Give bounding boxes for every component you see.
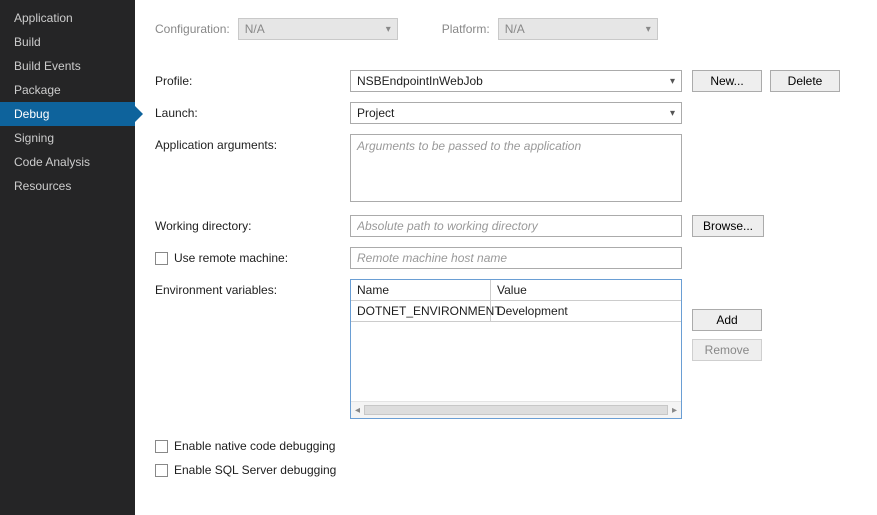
new-button[interactable]: New...: [692, 70, 762, 92]
browse-button[interactable]: Browse...: [692, 215, 764, 237]
remote-host-input: [350, 247, 682, 269]
env-header-name: Name: [351, 280, 491, 300]
env-header-value: Value: [491, 280, 681, 300]
sidebar-item-build-events[interactable]: Build Events: [0, 54, 135, 78]
launch-value: Project: [357, 106, 394, 120]
env-row-value[interactable]: Development: [491, 301, 681, 321]
args-label: Application arguments:: [155, 134, 350, 152]
chevron-down-icon: ▾: [670, 76, 675, 87]
env-table[interactable]: Name Value DOTNET_ENVIRONMENT Developmen…: [350, 279, 682, 419]
add-button[interactable]: Add: [692, 309, 762, 331]
table-row[interactable]: DOTNET_ENVIRONMENT Development: [351, 301, 681, 322]
configuration-value: N/A: [245, 22, 265, 36]
chevron-down-icon: ▾: [646, 24, 651, 35]
remove-button[interactable]: Remove: [692, 339, 762, 361]
platform-label: Platform:: [442, 22, 490, 36]
sidebar-item-debug[interactable]: Debug: [0, 102, 135, 126]
remote-machine-label: Use remote machine:: [174, 251, 288, 265]
scroll-thumb[interactable]: [364, 405, 668, 415]
chevron-down-icon: ▾: [670, 108, 675, 119]
horizontal-scrollbar[interactable]: ◂ ▸: [351, 401, 681, 418]
launch-label: Launch:: [155, 102, 350, 120]
configuration-label: Configuration:: [155, 22, 230, 36]
sidebar-item-resources[interactable]: Resources: [0, 174, 135, 198]
profile-select[interactable]: NSBEndpointInWebJob ▾: [350, 70, 682, 92]
env-body: DOTNET_ENVIRONMENT Development: [351, 301, 681, 401]
native-debug-label: Enable native code debugging: [174, 439, 335, 453]
sql-debug-checkbox[interactable]: Enable SQL Server debugging: [155, 463, 867, 477]
workdir-label: Working directory:: [155, 215, 350, 233]
workdir-input[interactable]: [350, 215, 682, 237]
configuration-select: N/A ▾: [238, 18, 398, 40]
native-debug-checkbox[interactable]: Enable native code debugging: [155, 439, 867, 453]
env-row-name[interactable]: DOTNET_ENVIRONMENT: [351, 301, 491, 321]
scroll-right-icon[interactable]: ▸: [672, 405, 677, 416]
platform-select: N/A ▾: [498, 18, 658, 40]
sidebar-item-package[interactable]: Package: [0, 78, 135, 102]
scroll-left-icon[interactable]: ◂: [355, 405, 360, 416]
profile-label: Profile:: [155, 70, 350, 88]
checkbox-icon: [155, 252, 168, 265]
sidebar-item-code-analysis[interactable]: Code Analysis: [0, 150, 135, 174]
sql-debug-label: Enable SQL Server debugging: [174, 463, 336, 477]
profile-value: NSBEndpointInWebJob: [357, 74, 483, 88]
args-textarea[interactable]: [350, 134, 682, 202]
sidebar: Application Build Build Events Package D…: [0, 0, 135, 515]
sidebar-item-build[interactable]: Build: [0, 30, 135, 54]
main-panel: Configuration: N/A ▾ Platform: N/A ▾ Pro…: [135, 0, 877, 515]
checkbox-icon: [155, 464, 168, 477]
remote-machine-checkbox[interactable]: Use remote machine:: [155, 251, 288, 265]
delete-button[interactable]: Delete: [770, 70, 840, 92]
sidebar-item-signing[interactable]: Signing: [0, 126, 135, 150]
env-label: Environment variables:: [155, 279, 350, 297]
sidebar-item-application[interactable]: Application: [0, 6, 135, 30]
chevron-down-icon: ▾: [386, 24, 391, 35]
checkbox-icon: [155, 440, 168, 453]
launch-select[interactable]: Project ▾: [350, 102, 682, 124]
platform-value: N/A: [505, 22, 525, 36]
